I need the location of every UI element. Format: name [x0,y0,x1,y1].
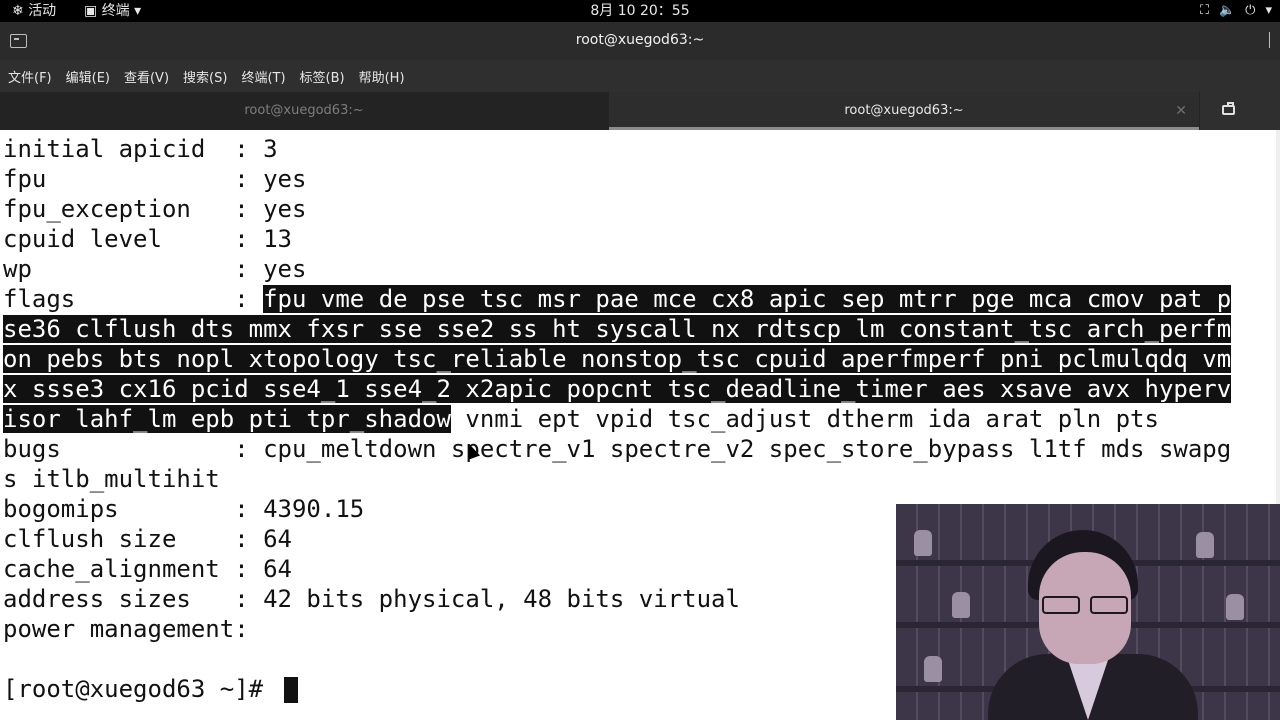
tab-terminal-2[interactable]: root@xuegod63:~ ✕ [609,92,1199,130]
selected-text[interactable]: se36 clflush dts mmx fxsr sse sse2 ss ht… [3,315,1232,343]
terminal-line: wp : yes [3,255,307,283]
chevron-down-icon[interactable]: ▾ [1265,2,1272,20]
network-icon[interactable]: ⛶ [1200,2,1209,20]
clock[interactable]: 8月 10 20：55 [0,2,1280,20]
terminal-line: bogomips : 4390.15 [3,495,365,523]
terminal-line: cpuid level : 13 [3,225,292,253]
window-title: root@xuegod63:~ [575,32,705,48]
terminal-line: fpu : yes [3,165,307,193]
menu-help[interactable]: 帮助(H) [359,67,405,86]
menu-terminal[interactable]: 终端(T) [241,67,285,86]
system-tray[interactable]: ⛶ 🔈 ⏻ ▾ [1200,2,1272,20]
tab-bar: root@xuegod63:~ root@xuegod63:~ ✕ [0,92,1280,130]
close-tab-icon[interactable]: ✕ [1175,92,1187,130]
webcam-overlay [896,504,1280,720]
terminal-line: bugs : cpu_meltdown spectre_v1 spectre_v… [3,435,1232,463]
window-title-bar[interactable]: root@xuegod63:~ [0,22,1280,60]
terminal-line: se36 clflush dts mmx fxsr sse sse2 ss ht… [3,314,1232,344]
selected-text[interactable]: fpu vme de pse tsc msr pae mce cx8 apic … [263,285,1232,313]
new-tab-button[interactable] [1200,92,1280,130]
menu-file[interactable]: 文件(F) [8,67,52,86]
text-cursor [283,677,298,703]
menu-view[interactable]: 查看(V) [124,67,169,86]
terminal-line: fpu_exception : yes [3,195,307,223]
selected-text[interactable]: x ssse3 cx16 pcid sse4_1 sse4_2 x2apic p… [3,375,1232,403]
menu-tabs[interactable]: 标签(B) [300,67,345,86]
terminal-line: x ssse3 cx16 pcid sse4_1 sse4_2 x2apic p… [3,374,1232,404]
selected-text[interactable]: on pebs bts nopl xtopology tsc_reliable … [3,345,1232,373]
menu-edit[interactable]: 编辑(E) [66,67,110,86]
shell-prompt[interactable]: [root@xuegod63 ~]# [3,674,298,704]
new-tab-icon [1222,102,1235,115]
glasses-icon [1042,596,1128,614]
tab-terminal-1[interactable]: root@xuegod63:~ [0,92,608,130]
gnome-top-bar: ❄ 活动 ▣ 终端 ▾ 8月 10 20：55 ⛶ 🔈 ⏻ ▾ [0,0,1280,22]
terminal-line: flags : fpu vme de pse tsc msr pae mce c… [3,285,1232,313]
menu-search[interactable]: 搜索(S) [183,67,227,86]
tab-label: root@xuegod63:~ [244,103,364,118]
tab-label: root@xuegod63:~ [844,103,964,118]
terminal-line: clflush size : 64 [3,525,292,553]
terminal-line: isor lahf_lm epb pti tpr_shadow vnmi ept… [3,405,1159,433]
terminal-line: on pebs bts nopl xtopology tsc_reliable … [3,344,1232,374]
terminal-line: initial apicid : 3 [3,135,278,163]
selected-text[interactable]: isor lahf_lm epb pti tpr_shadow [3,405,451,433]
terminal-line: s itlb_multihit [3,465,220,493]
terminal-line: power management: [3,615,249,643]
menu-bar: 文件(F) 编辑(E) 查看(V) 搜索(S) 终端(T) 标签(B) 帮助(H… [0,60,1280,92]
terminal-line: cache_alignment : 64 [3,555,292,583]
volume-icon[interactable]: 🔈 [1219,2,1235,20]
window-edge-control[interactable] [1269,32,1280,48]
terminal-line: address sizes : 42 bits physical, 48 bit… [3,585,740,613]
power-icon[interactable]: ⏻ [1245,2,1255,20]
